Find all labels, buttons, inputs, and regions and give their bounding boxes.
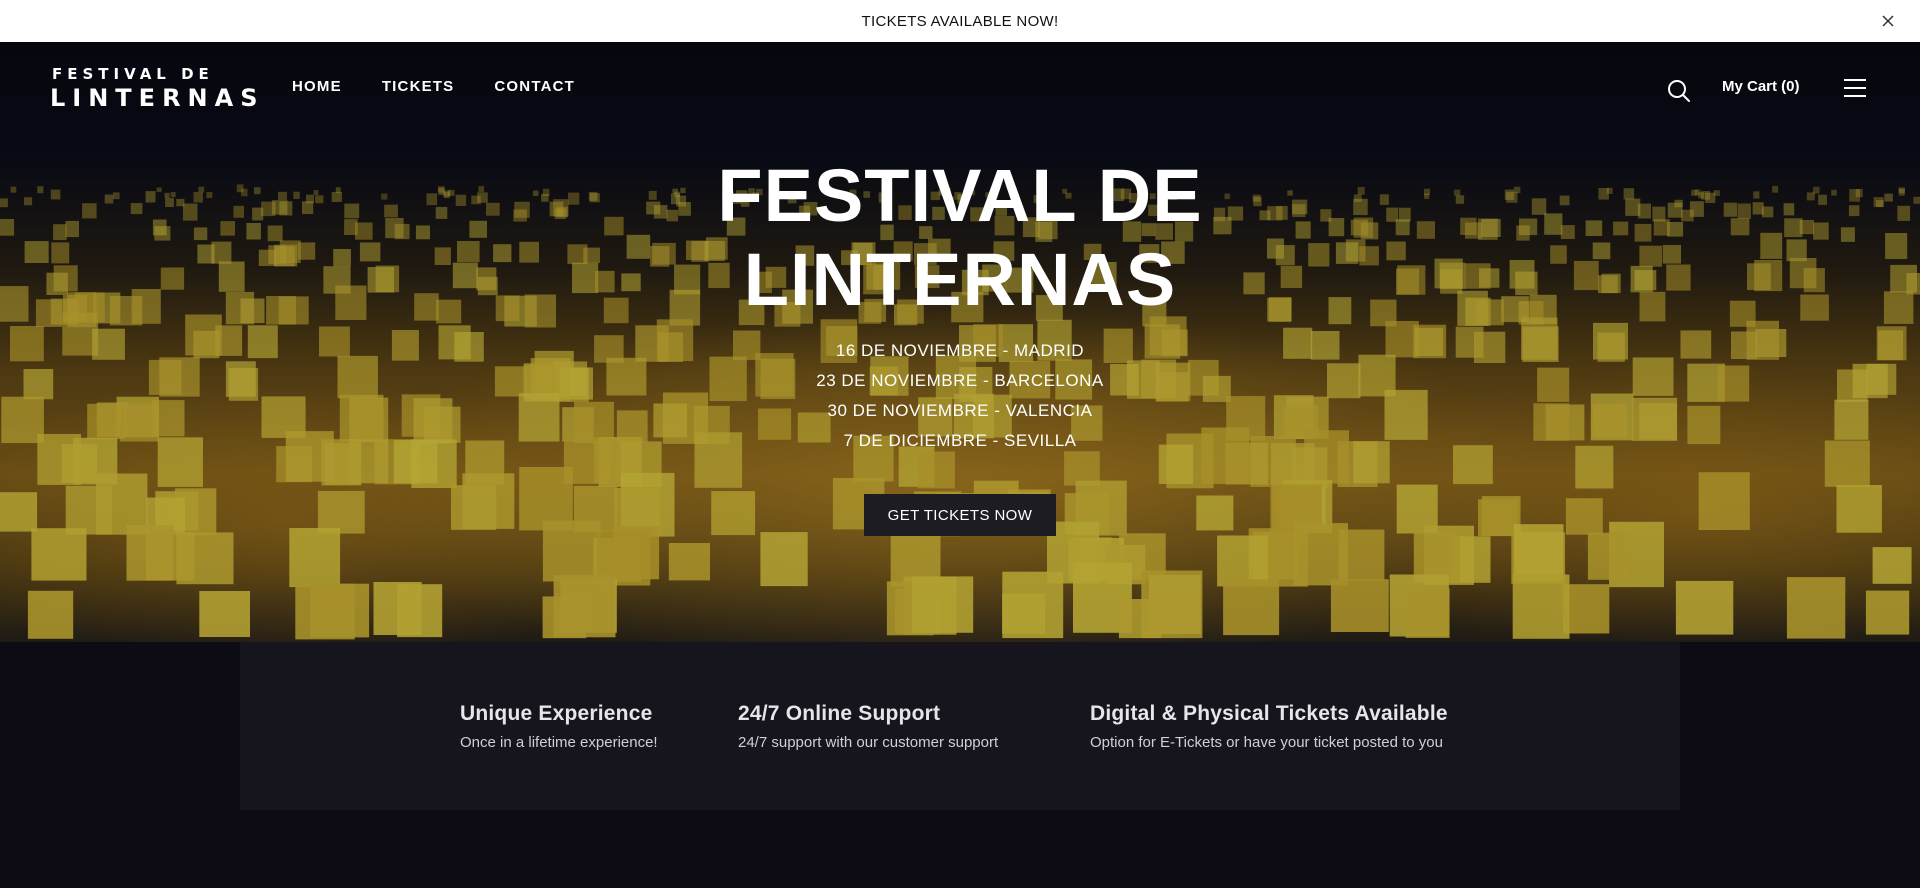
event-date: 16 DE NOVIEMBRE - MADRID (835, 341, 1085, 360)
nav-home[interactable]: HOME (292, 78, 342, 95)
close-icon[interactable] (1880, 13, 1896, 29)
event-dates: 16 DE NOVIEMBRE - MADRID 23 DE NOVIEMBRE… (0, 336, 1920, 456)
hero-title-line2: LINTERNAS (743, 238, 1177, 321)
feature-title: 24/7 Online Support (738, 702, 941, 725)
hero-title-line1: FESTIVAL DE (717, 154, 1203, 237)
feature-title: Unique Experience (460, 702, 653, 725)
announcement-bar: TICKETS AVAILABLE NOW! (0, 0, 1920, 42)
announcement-text: TICKETS AVAILABLE NOW! (861, 12, 1059, 30)
event-date: 23 DE NOVIEMBRE - BARCELONA (816, 371, 1104, 390)
logo-line1: FESTIVAL DE (52, 64, 214, 83)
main-nav: HOME TICKETS CONTACT (292, 78, 575, 95)
feature-title: Digital & Physical Tickets Available (1090, 702, 1448, 725)
event-date: 30 DE NOVIEMBRE - VALENCIA (827, 401, 1093, 420)
feature-text: Option for E-Tickets or have your ticket… (1090, 734, 1443, 751)
hero-banner: FESTIVAL DE LINTERNAS HOME TICKETS CONTA… (0, 42, 1920, 642)
feature-text: Once in a lifetime experience! (460, 734, 658, 751)
hamburger-menu-icon[interactable] (1843, 78, 1867, 98)
logo-line2: LINTERNAS (50, 83, 265, 112)
nav-tickets[interactable]: TICKETS (382, 78, 455, 95)
feature-online-support: 24/7 Online Support 24/7 support with ou… (738, 702, 998, 751)
cart-link[interactable]: My Cart (0) (1722, 78, 1800, 95)
nav-contact[interactable]: CONTACT (494, 78, 575, 95)
feature-text: 24/7 support with our customer support (738, 734, 999, 751)
features-section: Unique Experience Once in a lifetime exp… (240, 642, 1680, 810)
event-date: 7 DE DICIEMBRE - SEVILLA (843, 431, 1077, 450)
site-logo[interactable]: FESTIVAL DE LINTERNAS (42, 62, 258, 114)
hero-title: FESTIVAL DE LINTERNAS (0, 154, 1920, 322)
get-tickets-button[interactable]: GET TICKETS NOW (864, 494, 1056, 536)
feature-tickets-available: Digital & Physical Tickets Available Opt… (1090, 702, 1448, 751)
search-icon[interactable] (1666, 78, 1692, 104)
logo-text: FESTIVAL DE LINTERNAS (50, 64, 265, 112)
feature-unique-experience: Unique Experience Once in a lifetime exp… (460, 702, 658, 751)
